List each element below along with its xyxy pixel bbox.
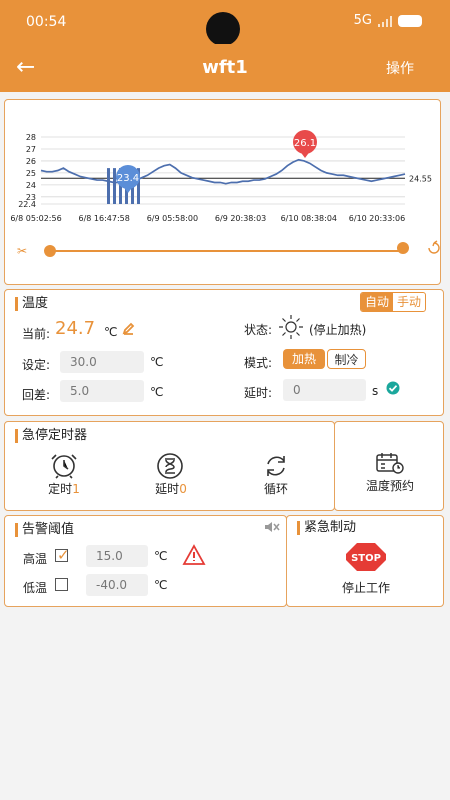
- chart-x-tick-0: 6/8 05:02:56: [10, 214, 61, 223]
- alarm-threshold-title: 告警阈值: [14, 522, 75, 537]
- current-temperature-unit: ℃: [104, 325, 118, 339]
- current-temperature-value: 24.7: [55, 318, 96, 339]
- delay-timer-label: 延时0: [147, 480, 195, 497]
- chart-y-tick-3: 25: [26, 169, 36, 178]
- temperature-chart-card: 28 27 26 25 24 23 22.4 24.55 6/8 05:02:56 6/8 16:…: [4, 99, 441, 285]
- navigation-bar: ← wft1 操作: [0, 44, 450, 92]
- delay-timer-text: 延时: [155, 482, 180, 496]
- chart-x-tick-4: 6/10 08:38:04: [281, 214, 337, 223]
- signal-icon: [378, 15, 392, 27]
- page-title: wft1: [202, 57, 248, 78]
- timing-count: 1: [72, 482, 80, 496]
- hysteresis-unit: ℃: [150, 385, 164, 399]
- camera-cutout: [206, 12, 240, 46]
- stop-work-label: 停止工作: [341, 581, 390, 595]
- chart-reference-value: 24.55: [409, 174, 432, 183]
- confirm-check-icon[interactable]: [386, 381, 400, 395]
- low-temperature-input[interactable]: -40.0: [86, 574, 148, 596]
- chart-marker-label-0: 23.4: [117, 173, 139, 184]
- stop-sign-text: STOP: [351, 553, 381, 564]
- mode-label: 模式:: [244, 356, 273, 370]
- high-temperature-input[interactable]: 15.0: [86, 545, 148, 567]
- scissors-icon: ✂: [17, 244, 27, 258]
- temperature-title: 温度: [14, 296, 49, 311]
- current-temperature-label: 当前:: [22, 327, 51, 341]
- chart-x-tick-3: 6/9 20:38:03: [215, 214, 266, 223]
- hysteresis-label: 回差:: [22, 388, 51, 402]
- manual-mode-option[interactable]: 手动: [393, 293, 425, 311]
- hysteresis-input[interactable]: 5.0: [60, 380, 144, 402]
- auto-manual-toggle[interactable]: 自动 手动: [360, 292, 427, 312]
- high-temperature-checkbox[interactable]: [55, 546, 70, 564]
- low-temperature-checkbox[interactable]: [55, 578, 68, 591]
- high-temperature-label: 高温: [23, 552, 48, 566]
- chart-marker-pointer-1: [299, 150, 311, 158]
- time-range-start-handle: [44, 245, 56, 257]
- operation-button[interactable]: 操作: [386, 58, 414, 78]
- heat-mode-button[interactable]: 加热: [283, 349, 325, 369]
- warning-triangle-icon: [182, 544, 206, 565]
- high-temperature-unit: ℃: [154, 549, 168, 563]
- delay-input[interactable]: 0: [283, 379, 366, 401]
- delay-unit: s: [372, 384, 379, 398]
- chart-y-tick-2: 26: [26, 157, 36, 166]
- chart-y-tick-0: 28: [26, 133, 36, 142]
- loop-label: 循环: [263, 482, 288, 496]
- sun-status-icon: [279, 315, 303, 339]
- network-type: 5G: [353, 13, 372, 28]
- refresh-icon: [428, 240, 440, 254]
- heating-status-text: (停止加热): [309, 323, 367, 337]
- chart-series-line: [40, 158, 406, 185]
- auto-mode-option[interactable]: 自动: [361, 293, 394, 311]
- setpoint-label: 设定:: [22, 358, 51, 372]
- chart-marker-label-1: 26.1: [294, 138, 316, 149]
- battery-icon: [398, 14, 422, 27]
- setpoint-unit: ℃: [150, 355, 164, 369]
- cool-mode-button[interactable]: 制冷: [327, 349, 366, 369]
- muted-speaker-icon[interactable]: [264, 520, 280, 534]
- stop-sign-icon[interactable]: STOP: [345, 542, 387, 572]
- chart-x-tick-5: 6/10 20:33:06: [349, 214, 405, 223]
- heating-status-label: 状态:: [244, 323, 273, 337]
- timing-text: 定时: [48, 482, 73, 496]
- low-temperature-unit: ℃: [154, 578, 168, 592]
- delay-timer-count: 0: [179, 482, 187, 496]
- chart-heater-bar-0: [107, 168, 110, 204]
- emergency-timer-title: 急停定时器: [14, 428, 88, 443]
- setpoint-input[interactable]: 30.0: [60, 351, 144, 373]
- chart-y-tick-1: 27: [26, 145, 36, 154]
- calendar-clock-icon: [376, 453, 404, 474]
- time-range-end-handle: [397, 242, 409, 254]
- low-temperature-label: 低温: [23, 581, 48, 595]
- emergency-brake-title: 紧急制动: [296, 520, 357, 535]
- timing-label: 定时1: [42, 480, 86, 497]
- chart-x-tick-1: 6/8 16:47:58: [79, 214, 130, 223]
- chart-heater-bar-1: [113, 168, 116, 204]
- status-bar: 00:54 5G: [0, 0, 450, 46]
- temperature-schedule-label: 温度预约: [365, 479, 414, 493]
- loop-icon[interactable]: [262, 452, 290, 480]
- edit-pencil-icon[interactable]: [122, 322, 135, 335]
- chart-y-tick-6: 22.4: [18, 200, 36, 209]
- alarm-clock-icon[interactable]: [50, 450, 78, 479]
- delay-label: 延时:: [244, 386, 273, 400]
- status-time: 00:54: [26, 14, 67, 30]
- hourglass-icon[interactable]: [156, 452, 184, 480]
- temperature-chart[interactable]: 28272625242322.424.556/8 05:02:56 6/8 16:…: [5, 100, 442, 286]
- chart-x-tick-2: 6/9 05:58:00: [147, 214, 198, 223]
- status-indicators: 5G: [354, 13, 422, 28]
- app-screen: 00:54 5G ← wft1 操作 28 27 26 25 24 23 22.4 24.55…: [0, 0, 450, 800]
- chart-y-tick-4: 24: [26, 181, 36, 190]
